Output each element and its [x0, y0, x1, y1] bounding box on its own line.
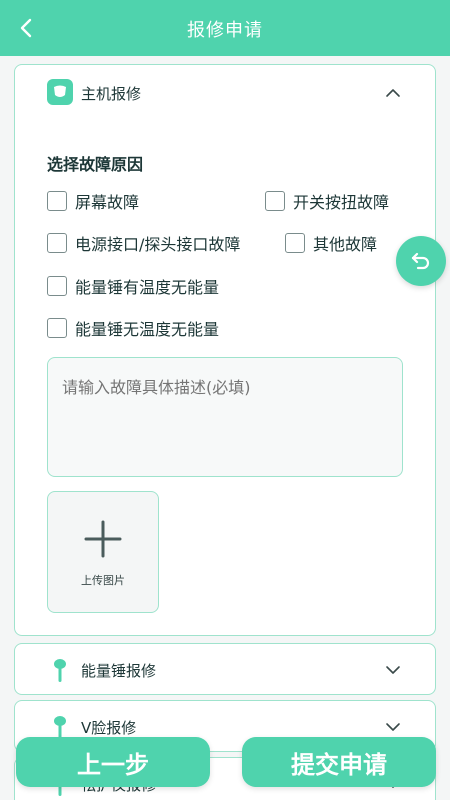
chevron-down-icon[interactable]	[385, 662, 401, 678]
undo-arrow-icon	[411, 252, 430, 270]
hammer-repair-section[interactable]: 能量锤报修	[14, 643, 436, 695]
checkbox[interactable]	[47, 191, 67, 211]
option-label: 其他故障	[313, 235, 378, 254]
fault-option-switch[interactable]: 开关按扭故障	[265, 189, 389, 213]
submit-application-button[interactable]: 提交申请	[242, 737, 436, 787]
previous-step-button[interactable]: 上一步	[16, 737, 210, 787]
host-repair-title: 主机报修	[81, 85, 142, 103]
chevron-up-icon[interactable]	[385, 85, 401, 101]
app-header: 报修申请	[0, 0, 450, 56]
option-label: 能量锤无温度无能量	[75, 320, 220, 339]
hammer-icon	[54, 659, 66, 682]
fault-option-hammer-temp[interactable]: 能量锤有温度无能量	[47, 274, 219, 298]
checkbox[interactable]	[265, 191, 285, 211]
host-repair-header[interactable]: 主机报修	[15, 65, 435, 119]
floating-return-button[interactable]	[396, 236, 446, 286]
hammer-repair-title: 能量锤报修	[81, 662, 157, 680]
upload-image-button[interactable]: 上传图片	[47, 491, 159, 613]
fault-option-other[interactable]: 其他故障	[285, 231, 377, 255]
checkbox[interactable]	[285, 233, 305, 253]
upload-label: 上传图片	[81, 574, 125, 587]
option-label: 屏幕故障	[75, 193, 140, 212]
fault-option-power-port[interactable]: 电源接口/探头接口故障	[47, 231, 240, 255]
checkbox[interactable]	[47, 276, 67, 296]
device-icon	[47, 79, 73, 105]
checkbox[interactable]	[47, 233, 67, 253]
plus-icon	[84, 520, 122, 558]
option-label: 能量锤有温度无能量	[75, 278, 220, 297]
page-title: 报修申请	[187, 20, 263, 41]
fault-option-screen[interactable]: 屏幕故障	[47, 189, 139, 213]
option-label: 电源接口/探头接口故障	[75, 235, 241, 254]
host-repair-section: 主机报修 选择故障原因 屏幕故障 开关按扭故障 电源接口/探头接口故障 其他故障…	[14, 64, 436, 636]
fault-option-hammer-no-temp[interactable]: 能量锤无温度无能量	[47, 316, 219, 340]
checkbox[interactable]	[47, 318, 67, 338]
chevron-down-icon[interactable]	[385, 719, 401, 735]
option-label: 开关按扭故障	[293, 193, 390, 212]
v-face-repair-title: V脸报修	[81, 719, 137, 737]
fault-reason-heading: 选择故障原因	[47, 155, 144, 174]
fault-description-input[interactable]	[47, 357, 403, 477]
